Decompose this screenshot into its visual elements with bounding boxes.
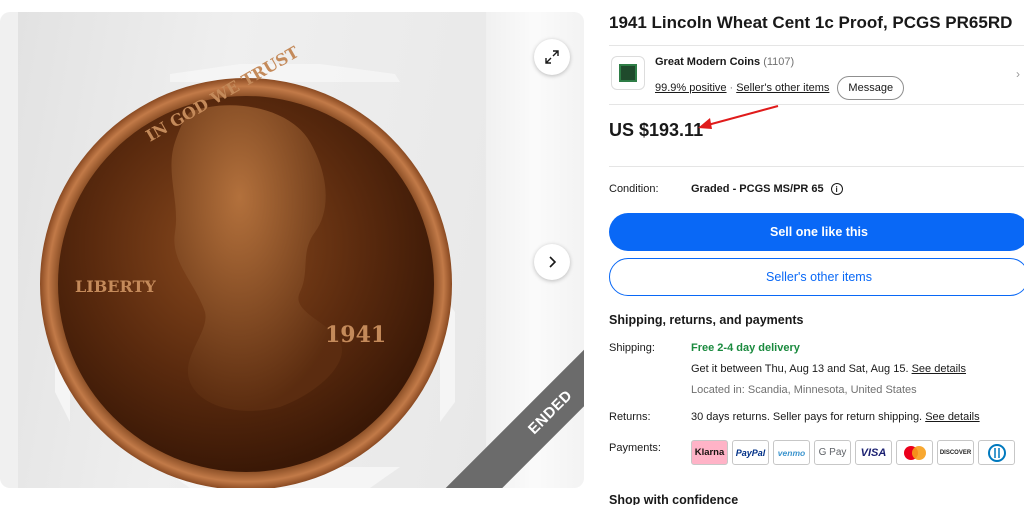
image-gallery[interactable]: IN GOD WE TRUST LIBERTY 1941 ENDED (0, 12, 584, 488)
coin-year: 1941 (325, 322, 386, 348)
mastercard-icon (896, 440, 933, 465)
chevron-right-edge-icon: › (1016, 67, 1020, 81)
delivery-eta: Get it between Thu, Aug 13 and Sat, Aug … (691, 363, 909, 375)
listing-title: 1941 Lincoln Wheat Cent 1c Proof, PCGS P… (609, 13, 1013, 32)
divider (609, 166, 1024, 167)
returns-see-details-link[interactable]: See details (925, 411, 979, 423)
visa-icon: VISA (855, 440, 892, 465)
separator: · (729, 82, 734, 94)
seller-logo[interactable] (611, 56, 645, 90)
seller-links: 99.9% positive · Seller's other items Me… (655, 76, 905, 100)
item-location: Located in: Scandia, Minnesota, United S… (691, 384, 917, 396)
shipping-heading: Shipping, returns, and payments (609, 313, 804, 327)
next-image-button[interactable] (534, 244, 570, 280)
seller-name[interactable]: Great Modern Coins (655, 56, 760, 68)
discover-icon: DISCOVER (937, 440, 974, 465)
diners-club-logo (987, 443, 1006, 462)
venmo-icon: venmo (773, 440, 810, 465)
coin-liberty: LIBERTY (75, 277, 156, 296)
returns-label: Returns: (609, 411, 651, 423)
google-pay-icon: G Pay (814, 440, 851, 465)
seller-other-items-link[interactable]: Seller's other items (736, 82, 829, 94)
sellers-other-items-button[interactable]: Seller's other items (609, 258, 1024, 296)
message-button[interactable]: Message (837, 76, 905, 100)
seller-card: Great Modern Coins (1107) 99.9% positive… (609, 45, 1024, 105)
condition-label: Condition: (609, 183, 659, 195)
paypal-icon: PayPal (732, 440, 769, 465)
free-delivery: Free 2-4 day delivery (691, 342, 800, 354)
mastercard-logo (903, 445, 926, 460)
expand-image-button[interactable] (534, 39, 570, 75)
shipping-see-details-link[interactable]: See details (912, 363, 966, 375)
payment-methods: Klarna PayPal venmo G Pay VISA DISCOVER (691, 440, 1015, 465)
price: US $193.11 (609, 120, 704, 140)
seller-feedback-count: (1107) (763, 56, 795, 68)
payments-label: Payments: (609, 442, 661, 454)
seller-positive-link[interactable]: 99.9% positive (655, 82, 727, 94)
klarna-icon: Klarna (691, 440, 728, 465)
expand-icon (545, 50, 559, 64)
sell-one-like-this-button[interactable]: Sell one like this (609, 213, 1024, 251)
shop-confidence-heading: Shop with confidence (609, 493, 739, 505)
returns-text: 30 days returns. Seller pays for return … (691, 411, 923, 423)
chevron-right-icon (549, 256, 557, 268)
coin-image: IN GOD WE TRUST LIBERTY 1941 (40, 42, 455, 488)
diners-club-icon (978, 440, 1015, 465)
info-icon[interactable]: i (830, 183, 843, 195)
condition-value: Graded - PCGS MS/PR 65 (691, 183, 824, 195)
seller-logo-mark (619, 64, 637, 82)
discover-label: DISCOVER (939, 449, 972, 456)
annotation-arrow-icon (698, 105, 779, 129)
shipping-label: Shipping: (609, 342, 655, 354)
